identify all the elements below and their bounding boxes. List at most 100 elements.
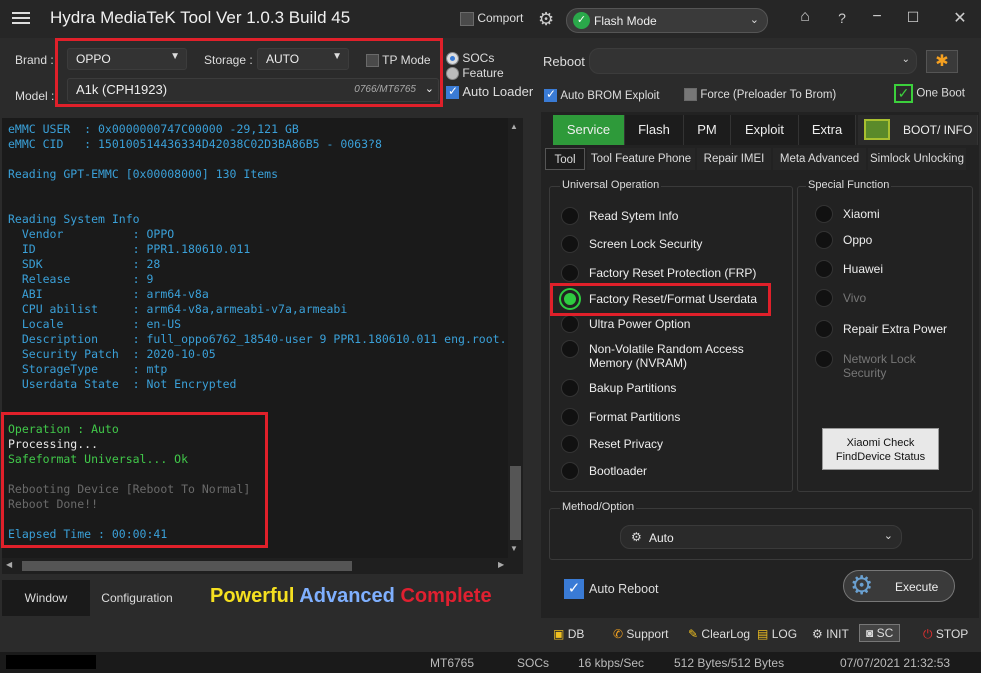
minimize-icon[interactable]: − (867, 8, 887, 26)
maximize-icon[interactable]: ☐ (903, 9, 923, 26)
universal-op-item[interactable]: Bootloader (589, 464, 647, 478)
console-line: Reading GPT-EMMC [0x00008000] 130 Items (8, 167, 279, 181)
universal-op-item[interactable]: Bakup Partitions (589, 381, 676, 395)
status-chip: MT6765 (430, 656, 475, 670)
subtab-tool[interactable]: Tool (545, 148, 585, 170)
flash-mode-select[interactable]: ✓ Flash Mode ⌄ (566, 8, 768, 33)
database-icon: ▣ (553, 627, 565, 641)
console-line: Userdata State : Not Encrypted (8, 377, 237, 391)
reboot-label: Reboot (543, 54, 585, 69)
universal-operation-title: Universal Operation (560, 179, 662, 191)
universal-op-item[interactable]: Factory Reset Protection (FRP) (589, 266, 756, 280)
slogan-powerful: Powerful (210, 585, 295, 607)
init-button[interactable]: ⚙ INIT (812, 627, 849, 641)
db-button[interactable]: ▣ DB (553, 627, 584, 641)
tab-exploit[interactable]: Exploit (731, 115, 799, 145)
horizontal-scrollbar[interactable]: ◀ ▶ (2, 558, 523, 574)
special-function-item[interactable]: Xiaomi (843, 207, 880, 221)
tab-configuration[interactable]: Configuration (92, 580, 182, 616)
special-function-item[interactable]: Repair Extra Power (843, 322, 947, 336)
radio-2[interactable] (561, 264, 579, 282)
comport-checkbox[interactable]: Comport (460, 11, 523, 26)
special-radio-1[interactable] (815, 231, 833, 249)
home-icon[interactable]: ⌂ (795, 8, 815, 26)
tab-pm[interactable]: PM (684, 115, 731, 145)
tab-extra[interactable]: Extra (799, 115, 856, 145)
special-radio-2[interactable] (815, 260, 833, 278)
special-function-item[interactable]: Oppo (843, 233, 872, 247)
tab-window[interactable]: Window (2, 580, 90, 616)
special-function-title: Special Function (806, 179, 892, 191)
reboot-select[interactable]: ⌄ (589, 48, 917, 74)
gear-icon[interactable]: ⚙ (538, 9, 554, 30)
execute-button[interactable]: ⚙ Execute (843, 570, 955, 602)
special-function-item[interactable]: Huawei (843, 262, 883, 276)
app-title: Hydra MediaTeK Tool Ver 1.0.3 Build 45 (50, 8, 351, 27)
universal-op-item[interactable]: Read Sytem Info (589, 209, 678, 223)
universal-op-item[interactable]: Non-Volatile Random Access Memory (NVRAM… (589, 342, 744, 370)
console-line: Locale : en-US (8, 317, 182, 331)
subtab-meta-advanced[interactable]: Meta Advanced (773, 148, 866, 170)
tab-flash[interactable]: Flash (625, 115, 684, 145)
universal-op-item[interactable]: Ultra Power Option (589, 317, 690, 331)
special-function-item[interactable]: Network Lock Security (843, 352, 916, 380)
close-icon[interactable]: ✕ (950, 8, 970, 28)
subtab-simlock[interactable]: Simlock Unlocking (868, 148, 966, 170)
special-function-item[interactable]: Vivo (843, 291, 866, 305)
log-button[interactable]: ▤ LOG (757, 627, 797, 641)
highlight-box-device (55, 38, 443, 107)
stop-button[interactable]: ⏻ STOP (923, 627, 968, 642)
method-option-title: Method/Option (560, 501, 637, 513)
status-datetime: 07/07/2021 21:32:53 (840, 656, 951, 670)
auto-brom-checkbox[interactable]: Auto BROM Exploit (544, 87, 659, 103)
socs-radio[interactable]: SOCs (446, 51, 494, 66)
radio-0[interactable] (561, 207, 579, 225)
status-mode: SOCs (517, 656, 550, 670)
status-bar: MT6765 SOCs 16 kbps/Sec 512 Bytes/512 By… (0, 652, 981, 673)
radio-1[interactable] (561, 235, 579, 253)
universal-op-item[interactable]: Reset Privacy (589, 437, 663, 451)
feature-radio[interactable]: Feature (446, 66, 504, 81)
hamburger-menu-icon[interactable] (12, 9, 30, 25)
radio-5[interactable] (561, 340, 579, 358)
clearlog-button[interactable]: ✎ ClearLog (688, 627, 750, 641)
slogan-complete: Complete (400, 585, 492, 607)
subtab-repair-imei[interactable]: Repair IMEI (697, 148, 771, 170)
universal-op-item[interactable]: Format Partitions (589, 410, 680, 424)
gear-small-icon: ⚙ (631, 530, 642, 544)
one-boot-label: One Boot (916, 87, 965, 100)
special-radio-0[interactable] (815, 205, 833, 223)
support-button[interactable]: ✆ Support (613, 627, 668, 641)
chevron-down-icon: ⌄ (749, 14, 759, 26)
tab-service[interactable]: Service (553, 115, 625, 145)
one-boot-checkbox[interactable]: ✓ One Boot (894, 84, 965, 103)
xiaomi-check-button[interactable]: Xiaomi Check FindDevice Status (822, 428, 939, 470)
radio-8[interactable] (561, 435, 579, 453)
special-radio-3[interactable] (815, 289, 833, 307)
reboot-go-button[interactable]: ✱ (926, 50, 958, 73)
radio-4[interactable] (561, 315, 579, 333)
method-select[interactable]: ⚙ Auto ⌄ (620, 525, 902, 549)
vertical-scrollbar[interactable]: ▲ ▼ (508, 118, 523, 558)
tab-boot-info[interactable]: BOOT/ INFO (858, 115, 978, 145)
sc-button[interactable]: ◙ SC (859, 624, 901, 642)
radio-7[interactable] (561, 408, 579, 426)
radio-6[interactable] (561, 379, 579, 397)
console-line: Security Patch : 2020-10-05 (8, 347, 216, 361)
special-radio-4[interactable] (815, 320, 833, 338)
help-icon[interactable]: ? (832, 10, 852, 26)
radio-9[interactable] (561, 462, 579, 480)
subtab-feature-phone[interactable]: Tool Feature Phone (587, 148, 695, 170)
flash-mode-value: Flash Mode (594, 14, 657, 28)
universal-op-item[interactable]: Screen Lock Security (589, 237, 702, 251)
slogan-advanced: Advanced (299, 585, 395, 607)
console-line: CPU abilist : arm64-v8a,armeabi-v7a,arme… (8, 302, 348, 316)
force-preloader-checkbox[interactable]: Force (Preloader To Brom) (684, 87, 836, 102)
auto-loader-checkbox[interactable]: Auto Loader (446, 84, 533, 100)
auto-reboot-checkbox[interactable]: ✓ (564, 579, 584, 599)
highlight-box-result (1, 412, 268, 548)
special-radio-5[interactable] (815, 350, 833, 368)
